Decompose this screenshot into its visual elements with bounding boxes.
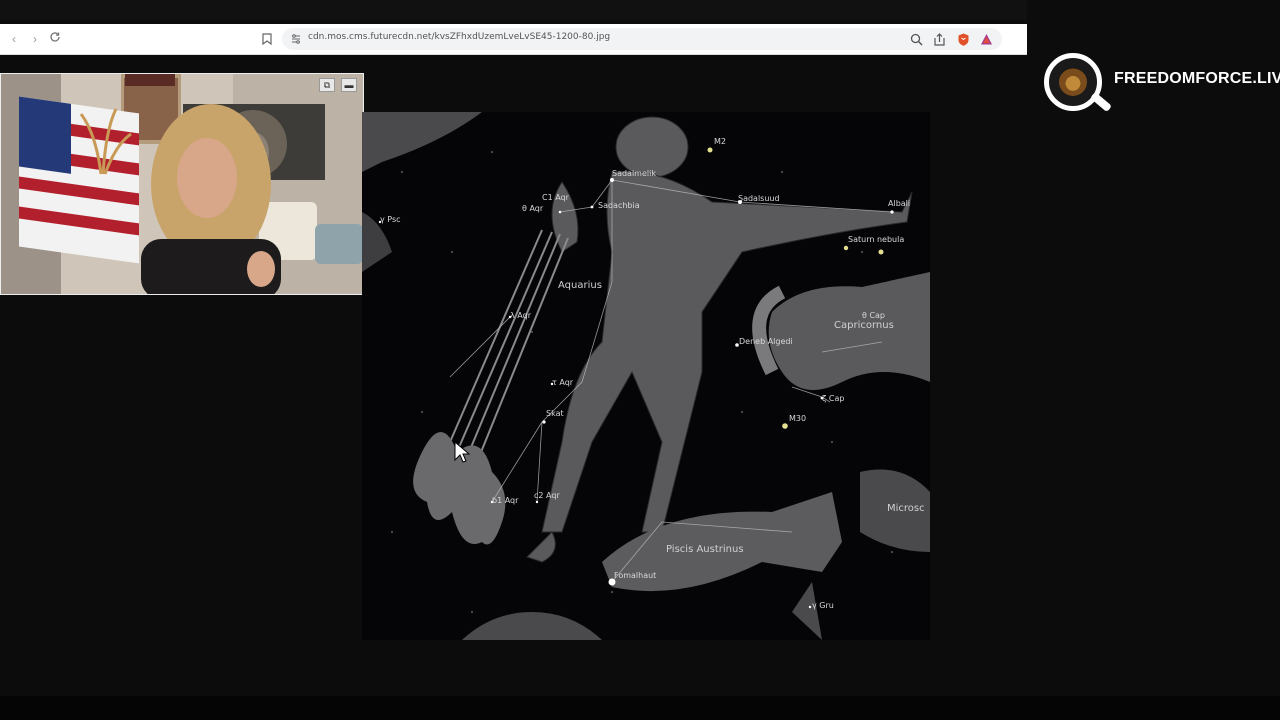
- constellation-label-aquarius: Aquarius: [558, 280, 602, 291]
- star-label-lambda-aqr: λ Aqr: [510, 311, 532, 320]
- logo-text: FREEDOMFORCE.LIVE: [1114, 70, 1280, 87]
- webcam-video: ⧉ ▬: [0, 73, 364, 295]
- flag-image: [19, 96, 139, 264]
- constellation-label-piscis-austrinus: Piscis Austrinus: [666, 544, 744, 555]
- star-label-b1-aqr: b1 Aqr: [492, 496, 519, 505]
- star-label-fomalhaut: Fomalhaut: [614, 571, 656, 580]
- browser-toolbar: ‹ › cdn.mos.cms.futurecdn.net/kvsZFhxdUz…: [0, 24, 1027, 55]
- bottom-bar: [0, 696, 1280, 720]
- site-info-icon[interactable]: [290, 33, 302, 45]
- star-label-sadachbia: Sadachbia: [598, 201, 640, 210]
- webcam-scene-image: [1, 74, 363, 294]
- star-chart-image: Aquarius Capricornus Piscis Austrinus Mi…: [362, 112, 930, 640]
- star-label-theta-cap: θ Cap: [862, 311, 885, 320]
- bookmark-icon[interactable]: [262, 33, 272, 45]
- browser-tab-strip: [0, 0, 1027, 20]
- star-label-tau-aqr: τ Aqr: [552, 378, 574, 387]
- star-label-sadalsuud: Sadalsuud: [738, 194, 780, 203]
- star-label-m2: M2: [714, 137, 726, 146]
- share-icon[interactable]: [933, 33, 946, 46]
- lion-icon: [1059, 68, 1087, 96]
- star-chart-drawing: Aquarius Capricornus Piscis Austrinus Mi…: [362, 112, 930, 640]
- star-label-m30: M30: [789, 414, 806, 423]
- star-label-zeta-cap: ζ Cap: [822, 394, 844, 403]
- minimize-icon[interactable]: ▬: [341, 78, 357, 92]
- star-label-deneb-algedi: Deneb Algedi: [739, 337, 793, 346]
- popout-icon[interactable]: ⧉: [319, 78, 335, 92]
- star-label-skat: Skat: [546, 409, 564, 418]
- star-label-saturn-nebula: Saturn nebula: [848, 235, 904, 244]
- star-label-albali: Albali: [888, 199, 910, 208]
- star-label-theta-aqr: θ Aqr: [522, 204, 544, 213]
- constellation-label-microscopium: Microsc: [887, 503, 925, 514]
- reload-icon[interactable]: [47, 31, 63, 47]
- forward-icon[interactable]: ›: [27, 31, 43, 47]
- star-label-c2-aqr: c2 Aqr: [534, 491, 560, 500]
- back-icon[interactable]: ‹: [6, 31, 22, 47]
- star-label-c1-aqr: C1 Aqr: [542, 193, 570, 202]
- brave-shield-icon[interactable]: [957, 33, 970, 46]
- logo-q-ring: [1044, 53, 1102, 111]
- zoom-icon[interactable]: [910, 33, 923, 46]
- address-bar[interactable]: cdn.mos.cms.futurecdn.net/kvsZFhxdUzemLv…: [282, 28, 1002, 50]
- constellation-label-capricornus: Capricornus: [834, 320, 894, 331]
- freedomforce-logo: FREEDOMFORCE.LIVE: [1030, 50, 1280, 118]
- star-label-gamma-psc: γ Psc: [380, 215, 401, 224]
- star-label-gamma-gru: γ Gru: [812, 601, 834, 610]
- brave-rewards-icon[interactable]: [980, 33, 993, 46]
- star-label-sadalmelik: Sadalmelik: [612, 169, 656, 178]
- screen: ‹ › cdn.mos.cms.futurecdn.net/kvsZFhxdUz…: [0, 0, 1280, 720]
- webcam-controls: ⧉ ▬: [319, 78, 357, 92]
- url-text: cdn.mos.cms.futurecdn.net/kvsZFhxdUzemLv…: [308, 32, 611, 42]
